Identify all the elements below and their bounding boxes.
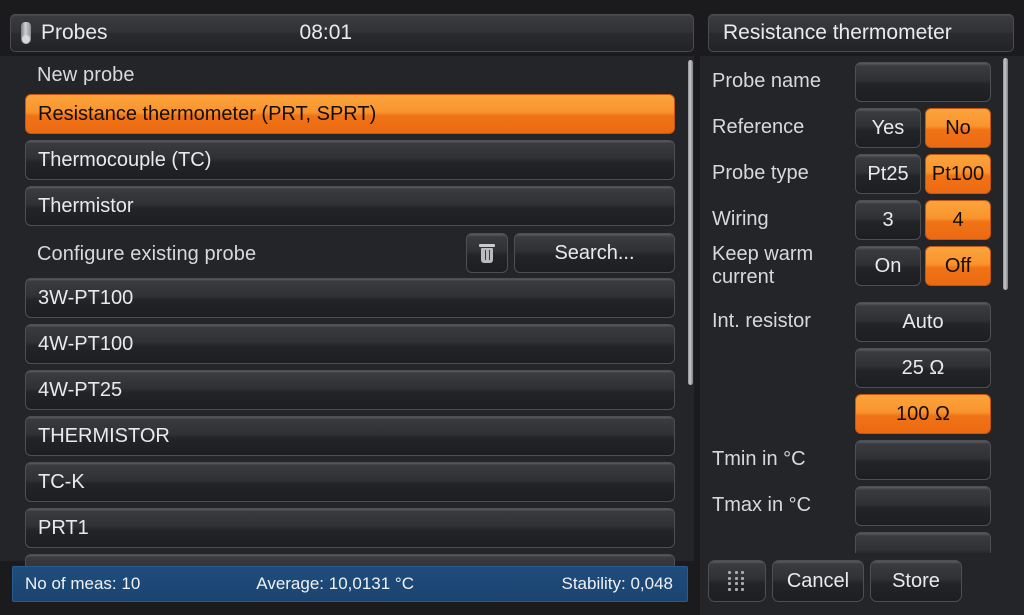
probe-name-input[interactable] (855, 62, 991, 102)
search-probe-button[interactable]: Search... (514, 233, 675, 273)
left-scrollbar-thumb[interactable] (688, 60, 693, 385)
clock: 08:01 (299, 21, 353, 44)
keypad-icon (728, 571, 746, 591)
trash-icon (479, 243, 495, 263)
page-title: Probes (41, 21, 108, 44)
probe-settings-panel: Probe name Reference Yes No Probe type P… (700, 56, 1024, 615)
new-probe-item-thermistor[interactable]: Thermistor (25, 186, 675, 226)
int-resistor-option-100-ohm[interactable]: 100 Ω (855, 394, 991, 434)
status-no-of-meas: No of meas: 10 (25, 574, 141, 593)
app-screen: Probes 08:01 Resistance thermometer New … (0, 0, 1024, 615)
new-probe-heading: New probe (37, 64, 135, 86)
delete-probe-button[interactable] (466, 233, 508, 273)
store-button[interactable]: Store (870, 560, 962, 602)
thermometer-icon (21, 22, 31, 44)
keep-warm-current-option-off[interactable]: Off (925, 246, 991, 286)
reference-option-yes[interactable]: Yes (855, 108, 921, 148)
new-probe-item-resistance-thermometer[interactable]: Resistance thermometer (PRT, SPRT) (25, 94, 675, 134)
tmax-input[interactable] (855, 486, 991, 526)
reference-option-no[interactable]: No (925, 108, 991, 148)
action-bar: Cancel Store (700, 553, 1024, 615)
existing-probe-item-prt1[interactable]: PRT1 (25, 508, 675, 548)
right-scrollbar-thumb[interactable] (1003, 58, 1008, 290)
right-panel-titlebar: Resistance thermometer (708, 14, 1014, 52)
int-resistor-option-auto[interactable]: Auto (855, 302, 991, 342)
wiring-option-3[interactable]: 3 (855, 200, 921, 240)
left-panel-titlebar: Probes 08:01 (10, 14, 694, 52)
cancel-button[interactable]: Cancel (772, 560, 864, 602)
configure-existing-probe-heading: Configure existing probe (37, 243, 257, 265)
label-int-resistor: Int. resistor (712, 310, 811, 332)
label-probe-name: Probe name (712, 70, 821, 92)
label-tmax: Tmax in °C (712, 494, 812, 516)
status-stability: Stability: 0,048 (561, 574, 673, 593)
new-probe-item-thermocouple[interactable]: Thermocouple (TC) (25, 140, 675, 180)
label-tmin: Tmin in °C (712, 448, 806, 470)
existing-probe-item-3w-pt100[interactable]: 3W-PT100 (25, 278, 675, 318)
right-panel-title: Resistance thermometer (723, 21, 952, 44)
existing-probe-item-4w-pt100[interactable]: 4W-PT100 (25, 324, 675, 364)
label-probe-type: Probe type (712, 162, 809, 184)
existing-probe-item-4w-pt25[interactable]: 4W-PT25 (25, 370, 675, 410)
status-bar: No of meas: 10 Average: 10,0131 °C Stabi… (12, 566, 688, 602)
keypad-button[interactable] (708, 560, 766, 602)
int-resistor-option-25-ohm[interactable]: 25 Ω (855, 348, 991, 388)
label-keep-warm-current: Keep warm current (712, 243, 814, 288)
probes-list-panel: New probe Resistance thermometer (PRT, S… (0, 56, 694, 594)
existing-probe-item-thermistor[interactable]: THERMISTOR (25, 416, 675, 456)
keep-warm-current-option-on[interactable]: On (855, 246, 921, 286)
status-average: Average: 10,0131 °C (256, 574, 414, 593)
label-reference: Reference (712, 116, 805, 138)
wiring-option-4[interactable]: 4 (925, 200, 991, 240)
tmin-input[interactable] (855, 440, 991, 480)
existing-probe-item-tc-k[interactable]: TC-K (25, 462, 675, 502)
probe-type-option-pt25[interactable]: Pt25 (855, 154, 921, 194)
label-wiring: Wiring (712, 208, 769, 230)
probe-type-option-pt100[interactable]: Pt100 (925, 154, 991, 194)
